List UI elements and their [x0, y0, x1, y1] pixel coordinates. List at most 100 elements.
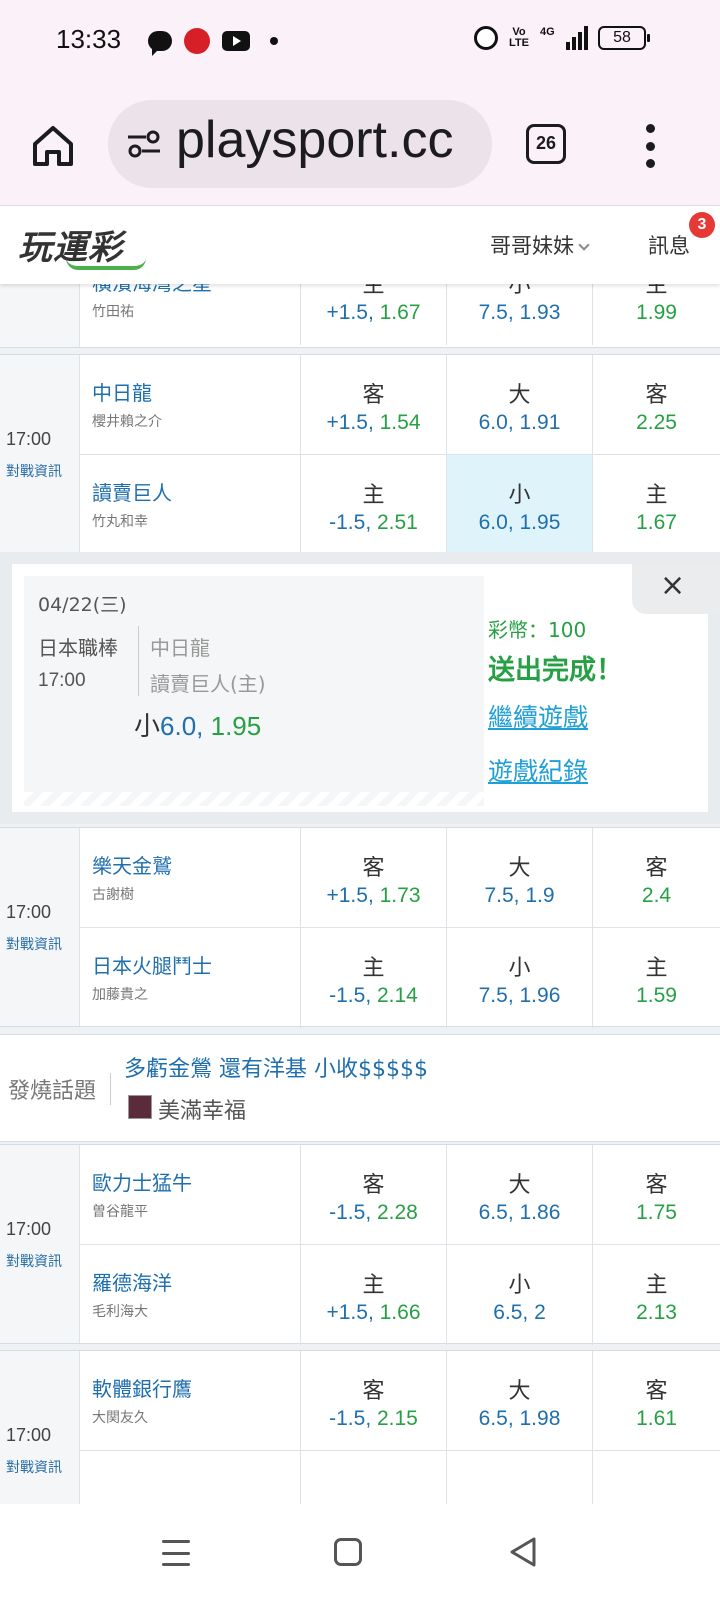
matchup-info-link[interactable]: 對戰資訊: [6, 461, 62, 481]
spread-side: 主: [362, 284, 385, 298]
total-side: 小: [508, 1273, 531, 1298]
total-value: 6.0, 1.91: [478, 411, 561, 434]
site-settings-icon[interactable]: [126, 128, 162, 160]
messages-link[interactable]: 訊息: [648, 230, 690, 260]
moneyline-side: 主: [645, 1273, 668, 1298]
total-side: 小: [508, 483, 531, 508]
total-cell[interactable]: 小 7.5, 1.96: [446, 928, 592, 1028]
moneyline-cell[interactable]: 主 1.59: [592, 928, 720, 1028]
spread-side: 主: [362, 1273, 385, 1298]
total-cell[interactable]: [446, 1451, 592, 1504]
close-icon[interactable]: ×: [660, 568, 685, 603]
spread-cell[interactable]: 主 +1.5, 1.66: [300, 1245, 446, 1345]
team-row: 羅德海洋 毛利海大 主 +1.5, 1.66 小 6.5, 2 主 2.13: [80, 1245, 720, 1345]
total-cell[interactable]: 大 6.5, 1.86: [446, 1145, 592, 1245]
game-block: 17:00 對戰資訊 樂天金鷲 古謝樹 客 +1.5, 1.73 大 7.5, 1.…: [0, 827, 720, 1028]
team-name[interactable]: 羅德海洋: [92, 1267, 172, 1296]
hot-topic-author[interactable]: 美滿幸福: [158, 1093, 246, 1125]
continue-game-link[interactable]: 繼續遊戲: [488, 698, 588, 734]
logo-swoosh: [66, 258, 146, 270]
moneyline-cell[interactable]: 主 1.99: [592, 284, 720, 345]
matchup-info-link[interactable]: 對戰資訊: [6, 1457, 62, 1477]
status-icons-left: [148, 28, 278, 56]
spread-value: +1.5, 1.66: [326, 1301, 421, 1324]
tabs-button[interactable]: 26: [526, 124, 566, 164]
spread-value: -1.5, 2.51: [329, 511, 418, 534]
total-cell[interactable]: 大 6.5, 1.98: [446, 1351, 592, 1451]
youtube-icon: [222, 31, 250, 51]
team-name[interactable]: 歐力士猛牛: [92, 1167, 192, 1196]
total-cell[interactable]: 小 6.5, 2: [446, 1245, 592, 1345]
spread-cell[interactable]: 主 +1.5, 1.67: [300, 284, 446, 345]
moneyline-cell[interactable]: 客 1.61: [592, 1351, 720, 1451]
moneyline-odds: 1.59: [636, 984, 677, 1007]
game-block: 17:00 對戰資訊 中日龍 櫻井賴之介 客 +1.5, 1.54 大 6.0, 1…: [0, 354, 720, 555]
moneyline-side: 客: [645, 856, 668, 881]
bet-confirmation-panel: 04/22(三) 日本職棒 17:00 中日龍 讀賣巨人(主) 小6.0, 1.…: [0, 552, 720, 824]
pitcher-name: 竹丸和幸: [92, 514, 148, 530]
chevron-down-icon: [578, 239, 590, 251]
total-cell[interactable]: 大 7.5, 1.9: [446, 828, 592, 928]
moneyline-cell[interactable]: 客 2.4: [592, 828, 720, 928]
user-menu[interactable]: 哥哥妹妹: [490, 230, 590, 260]
hot-topic-label: 發燒話題: [8, 1073, 112, 1105]
spread-cell[interactable]: 主 -1.5, 2.14: [300, 928, 446, 1028]
moneyline-cell[interactable]: [592, 1451, 720, 1504]
team-row: [80, 1451, 720, 1504]
total-value: 6.5, 1.86: [478, 1201, 561, 1224]
total-value: 6.0, 1.95: [478, 511, 561, 534]
ticket-date: 04/22(三): [38, 594, 127, 616]
spread-value: +1.5, 1.73: [326, 884, 421, 907]
url-text[interactable]: playsport.cc: [176, 110, 453, 170]
game-history-link[interactable]: 遊戲紀錄: [488, 752, 588, 788]
moneyline-cell[interactable]: 主 1.67: [592, 455, 720, 555]
spread-cell[interactable]: 客 +1.5, 1.54: [300, 355, 446, 455]
total-cell[interactable]: 小 7.5, 1.93: [446, 284, 592, 345]
spread-cell[interactable]: 客 -1.5, 2.28: [300, 1145, 446, 1245]
spread-cell[interactable]: [300, 1451, 446, 1504]
game-block: 17:00 對戰資訊 軟體銀行鷹 大関友久 客 -1.5, 2.15 大 6.5, …: [0, 1350, 720, 1504]
matchup-info-link[interactable]: 對戰資訊: [6, 934, 62, 954]
avatar: [128, 1095, 152, 1119]
ticket-away-team: 中日龍: [150, 636, 210, 660]
spread-value: -1.5, 2.15: [329, 1407, 418, 1430]
hot-topic-banner[interactable]: 發燒話題 多虧金鶯 還有洋基 小收$$$$$ 美滿幸福: [0, 1034, 720, 1142]
home-nav-icon[interactable]: [334, 1538, 362, 1566]
back-icon[interactable]: [508, 1536, 538, 1568]
moneyline-cell[interactable]: 主 2.13: [592, 1245, 720, 1345]
team-name[interactable]: 橫濱海灣之星: [92, 284, 212, 296]
hot-topic-title[interactable]: 多虧金鶯 還有洋基 小收$$$$$: [124, 1051, 428, 1083]
moneyline-cell[interactable]: 客 2.25: [592, 355, 720, 455]
moneyline-cell[interactable]: 客 1.75: [592, 1145, 720, 1245]
moneyline-odds: 2.4: [641, 884, 672, 907]
network-type: 4G: [540, 26, 555, 38]
team-name[interactable]: 中日龍: [92, 377, 152, 406]
team-name[interactable]: 日本火腿鬥士: [92, 950, 212, 979]
spread-side: 主: [362, 483, 385, 508]
ticket-pick: 小6.0, 1.95: [134, 706, 261, 743]
spread-cell[interactable]: 客 +1.5, 1.73: [300, 828, 446, 928]
game-time: 17:00: [6, 1425, 52, 1445]
pitcher-name: 櫻井賴之介: [92, 414, 162, 430]
spread-value: +1.5, 1.54: [326, 411, 421, 434]
total-value: 7.5, 1.93: [478, 301, 561, 324]
bet-confirmation-card: 04/22(三) 日本職棒 17:00 中日龍 讀賣巨人(主) 小6.0, 1.…: [12, 564, 720, 812]
recent-apps-icon[interactable]: [162, 1540, 190, 1566]
total-value: 7.5, 1.9: [484, 884, 555, 907]
total-cell[interactable]: 大 6.0, 1.91: [446, 355, 592, 455]
team-name[interactable]: 樂天金鷲: [92, 850, 172, 879]
total-cell-selected[interactable]: 小 6.0, 1.95: [446, 455, 592, 555]
address-bar[interactable]: playsport.cc: [108, 100, 492, 188]
pick-odds: 1.95: [203, 711, 262, 741]
spread-side: 客: [362, 856, 385, 881]
home-icon[interactable]: [30, 124, 76, 168]
dot-icon: [270, 37, 278, 45]
matchup-info-link[interactable]: 對戰資訊: [6, 1251, 62, 1271]
team-name[interactable]: 讀賣巨人: [92, 477, 172, 506]
game-time-column: 17:00 對戰資訊: [0, 1145, 80, 1343]
moneyline-side: 客: [645, 383, 668, 408]
browser-menu-icon[interactable]: [644, 124, 656, 168]
spread-cell[interactable]: 主 -1.5, 2.51: [300, 455, 446, 555]
team-name[interactable]: 軟體銀行鷹: [92, 1373, 192, 1402]
spread-cell[interactable]: 客 -1.5, 2.15: [300, 1351, 446, 1451]
